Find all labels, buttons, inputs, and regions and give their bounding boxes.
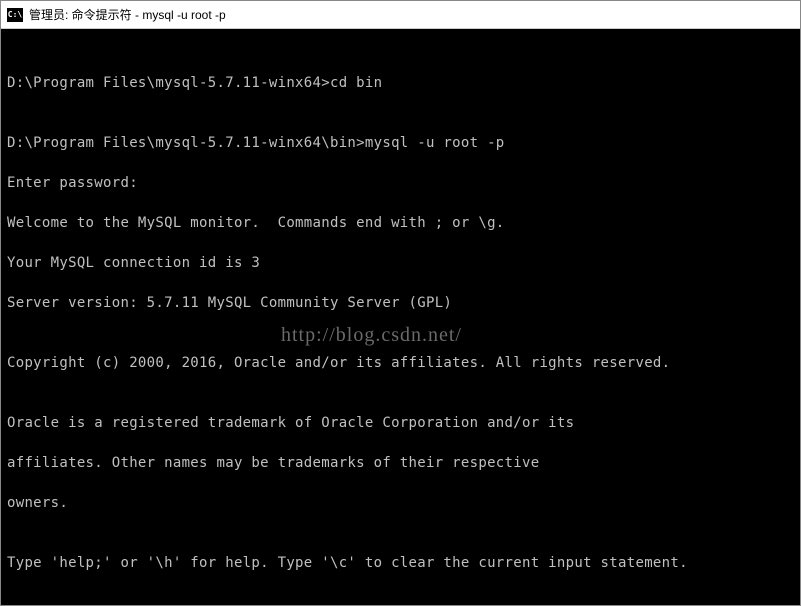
terminal-output[interactable]: D:\Program Files\mysql-5.7.11-winx64>cd … (1, 29, 800, 605)
terminal-line: owners. (7, 493, 794, 513)
terminal-line: affiliates. Other names may be trademark… (7, 453, 794, 473)
terminal-line: D:\Program Files\mysql-5.7.11-winx64>cd … (7, 73, 794, 93)
terminal-line: Copyright (c) 2000, 2016, Oracle and/or … (7, 353, 794, 373)
terminal-icon: C:\ (7, 8, 23, 22)
titlebar[interactable]: C:\ 管理员: 命令提示符 - mysql -u root -p (1, 1, 800, 29)
terminal-line: Server version: 5.7.11 MySQL Community S… (7, 293, 794, 313)
terminal-line: D:\Program Files\mysql-5.7.11-winx64\bin… (7, 133, 794, 153)
command-prompt-window: C:\ 管理员: 命令提示符 - mysql -u root -p D:\Pro… (0, 0, 801, 606)
terminal-line: Enter password: (7, 173, 794, 193)
terminal-line: Your MySQL connection id is 3 (7, 253, 794, 273)
terminal-line: Type 'help;' or '\h' for help. Type '\c'… (7, 553, 794, 573)
watermark-text: http://blog.csdn.net/ (281, 325, 462, 345)
window-title: 管理员: 命令提示符 - mysql -u root -p (29, 6, 794, 23)
terminal-line: Oracle is a registered trademark of Orac… (7, 413, 794, 433)
terminal-line: Welcome to the MySQL monitor. Commands e… (7, 213, 794, 233)
